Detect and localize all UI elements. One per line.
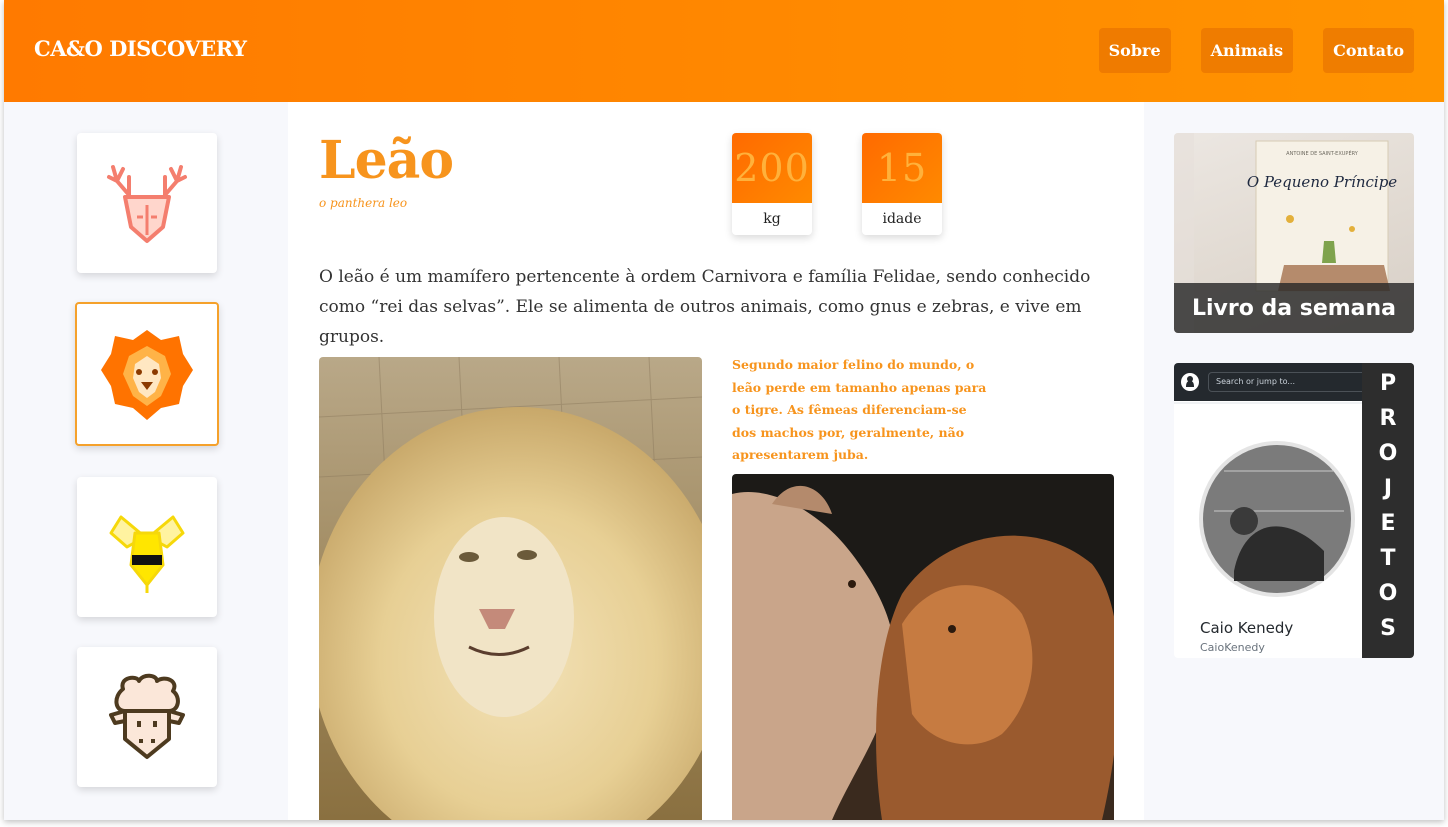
profile-photo	[1174, 401, 1362, 601]
stat-age-label: idade	[882, 211, 922, 227]
stat-age: 15 idade	[862, 133, 942, 235]
stat-weight: 200 kg	[732, 133, 812, 235]
sidebar-item-lion[interactable]	[75, 302, 219, 446]
projects-letter: R	[1379, 406, 1397, 431]
stat-weight-label: kg	[763, 211, 781, 227]
github-logo-icon	[1181, 373, 1199, 391]
widgets-sidebar: ANTOINE DE SAINT-EXUPÉRY O Pequeno Prínc…	[1144, 102, 1444, 820]
projects-letter: J	[1383, 476, 1393, 501]
profile-username: CaioKenedy	[1200, 641, 1265, 654]
sidebar-item-sheep[interactable]	[77, 647, 217, 787]
animal-title: Leão	[319, 130, 454, 191]
projects-letter: O	[1378, 441, 1398, 466]
projects-letter: S	[1380, 616, 1396, 641]
sheep-icon	[109, 673, 185, 759]
nav-animais-button[interactable]: Animais	[1200, 28, 1294, 73]
sidebar-item-bee[interactable]	[77, 477, 217, 617]
lion-icon	[101, 330, 193, 420]
projects-letter: O	[1378, 581, 1398, 606]
scientific-name: o panthera leo	[319, 196, 408, 210]
projects-label-strip: P R O J E T O S	[1362, 363, 1414, 658]
profile-name: Caio Kenedy	[1200, 619, 1294, 637]
nav-sobre-button[interactable]: Sobre	[1098, 28, 1171, 73]
main-nav: Sobre Animais Contato	[1098, 28, 1414, 73]
top-header: CA&O DISCOVERY Sobre Animais Contato	[4, 0, 1444, 102]
lion-pair-photo	[732, 474, 1114, 820]
projects-card[interactable]: Search or jump to... Caio Kenedy CaioKen…	[1174, 363, 1414, 658]
book-caption: Livro da semana	[1174, 283, 1414, 333]
animal-description: O leão é um mamífero pertencente à ordem…	[319, 267, 1091, 347]
animal-content: Leão o panthera leo 200 kg 15 idade O le…	[288, 102, 1144, 820]
deer-icon	[107, 165, 187, 243]
projects-letter: P	[1379, 371, 1397, 396]
page-frame: CA&O DISCOVERY Sobre Animais Contato Leã…	[4, 0, 1444, 820]
animal-note: Segundo maior felino do mundo, o leão pe…	[732, 357, 987, 462]
projects-letter: T	[1380, 546, 1396, 571]
projects-letter: E	[1380, 511, 1396, 536]
book-author-text: ANTOINE DE SAINT-EXUPÉRY	[1286, 149, 1359, 157]
bee-icon	[109, 515, 185, 593]
stat-age-value: 15	[862, 133, 942, 203]
lion-photo	[319, 357, 702, 820]
sidebar-item-deer[interactable]	[77, 133, 217, 273]
stat-weight-value: 200	[732, 133, 812, 203]
animal-sidebar	[4, 102, 288, 820]
nav-contato-button[interactable]: Contato	[1323, 28, 1414, 73]
lion-portrait-image	[319, 357, 702, 820]
lions-touching-image	[732, 474, 1114, 820]
book-of-week-card[interactable]: ANTOINE DE SAINT-EXUPÉRY O Pequeno Prínc…	[1174, 133, 1414, 333]
book-title-text: O Pequeno Príncipe	[1247, 173, 1397, 191]
brand-logo[interactable]: CA&O DISCOVERY	[34, 36, 247, 61]
github-search-input[interactable]: Search or jump to...	[1208, 372, 1368, 392]
